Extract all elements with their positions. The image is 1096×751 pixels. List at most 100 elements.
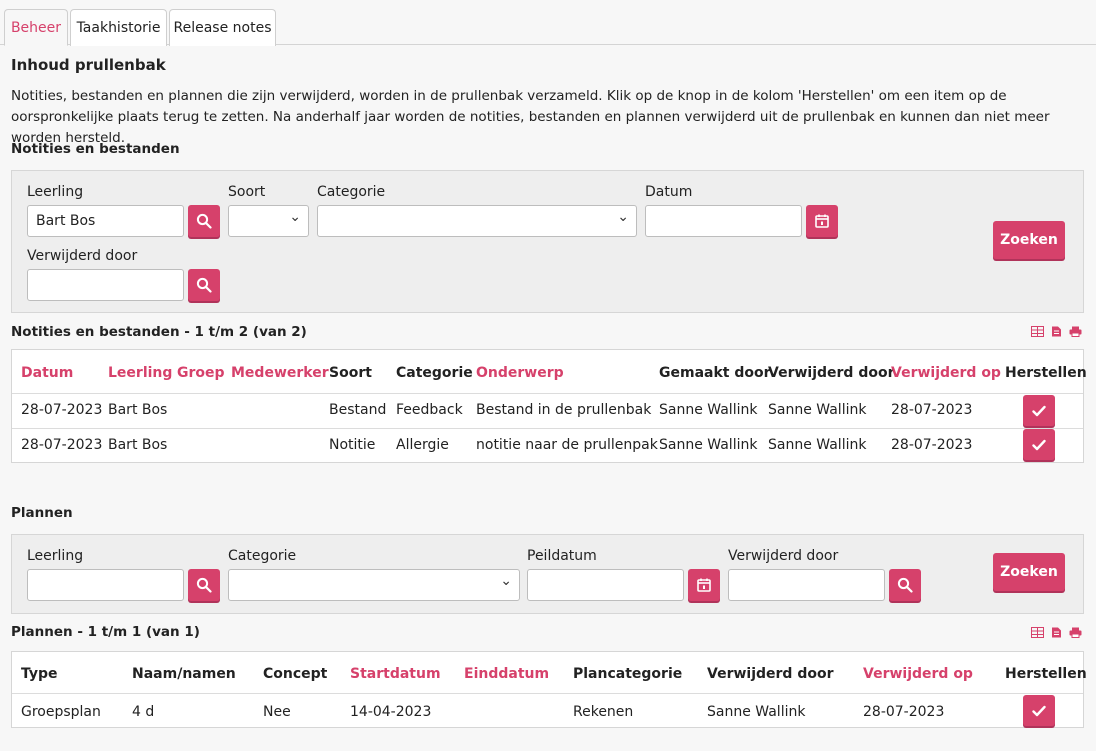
check-icon xyxy=(1032,405,1046,416)
notes-section-title: Notities en bestanden xyxy=(11,141,180,157)
plans-export-tools xyxy=(1031,626,1082,638)
cell-categorie: Allergie xyxy=(396,437,449,453)
categorie-select[interactable] xyxy=(317,202,637,237)
plans-search-button[interactable]: Zoeken xyxy=(993,553,1065,591)
tab-beheer[interactable]: Beheer xyxy=(4,9,68,46)
col-verwijderd-door: Verwijderd door xyxy=(768,365,895,381)
cell-startdatum: 14-04-2023 xyxy=(350,704,432,720)
plans-results-title: Plannen - 1 t/m 1 (van 1) xyxy=(11,624,200,640)
leerling-label: Leerling xyxy=(27,184,84,200)
print-icon[interactable] xyxy=(1069,626,1082,638)
row-divider xyxy=(12,428,1083,429)
file-icon[interactable] xyxy=(1050,626,1063,638)
categorie-label: Categorie xyxy=(317,184,386,200)
restore-button[interactable] xyxy=(1023,695,1055,726)
col-verwijderd-door: Verwijderd door xyxy=(707,666,834,682)
check-icon xyxy=(1032,705,1046,716)
notes-results-title: Notities en bestanden - 1 t/m 2 (van 2) xyxy=(11,324,307,340)
print-icon[interactable] xyxy=(1069,325,1082,337)
notes-export-tools xyxy=(1031,325,1082,337)
tab-bar: Beheer Taakhistorie Release notes xyxy=(0,0,1096,46)
cell-verwijderd-op: 28-07-2023 xyxy=(891,402,973,418)
cell-verwijderd-op: 28-07-2023 xyxy=(891,437,973,453)
col-type: Type xyxy=(21,666,58,682)
col-plancategorie: Plancategorie xyxy=(573,666,683,682)
cell-concept: Nee xyxy=(263,704,291,720)
cell-naam: 4 d xyxy=(132,704,155,720)
col-naam: Naam/namen xyxy=(132,666,236,682)
plans-verwijderd-door-search-button[interactable] xyxy=(889,569,921,601)
table-icon[interactable] xyxy=(1031,626,1044,638)
col-groep[interactable]: Groep xyxy=(177,365,225,381)
cell-soort: Bestand xyxy=(329,402,387,418)
datum-label: Datum xyxy=(645,184,693,200)
file-icon[interactable] xyxy=(1050,325,1063,337)
col-leerling[interactable]: Leerling xyxy=(108,365,172,381)
leerling-input[interactable]: Bart Bos xyxy=(27,205,184,237)
col-startdatum[interactable]: Startdatum xyxy=(350,666,441,682)
cell-plancategorie: Rekenen xyxy=(573,704,634,720)
verwijderd-door-label: Verwijderd door xyxy=(27,248,138,264)
plans-section-title: Plannen xyxy=(11,505,73,521)
cell-verwijderd-door: Sanne Wallink xyxy=(707,704,806,720)
datum-input[interactable] xyxy=(645,205,802,237)
cell-datum: 28-07-2023 xyxy=(21,402,103,418)
col-datum[interactable]: Datum xyxy=(21,365,73,381)
col-concept: Concept xyxy=(263,666,328,682)
col-medewerker[interactable]: Medewerker xyxy=(231,365,329,381)
cell-verwijderd-op: 28-07-2023 xyxy=(863,704,945,720)
soort-label: Soort xyxy=(228,184,266,200)
search-icon xyxy=(897,577,913,593)
leerling-search-button[interactable] xyxy=(188,205,220,237)
plans-categorie-label: Categorie xyxy=(228,548,297,564)
cell-type: Groepsplan xyxy=(21,704,101,720)
notes-filter-panel: Leerling Bart Bos Soort Categorie Datum … xyxy=(11,170,1084,313)
calendar-icon xyxy=(697,578,711,592)
datum-calendar-button[interactable] xyxy=(806,205,838,237)
cell-soort: Notitie xyxy=(329,437,376,453)
soort-select[interactable] xyxy=(228,202,309,237)
cell-datum: 28-07-2023 xyxy=(21,437,103,453)
plans-filter-panel: Leerling Categorie Peildatum Verwijderd … xyxy=(11,534,1084,614)
cell-verwijderd-door: Sanne Wallink xyxy=(768,402,867,418)
cell-categorie: Feedback xyxy=(396,402,463,418)
notes-search-button[interactable]: Zoeken xyxy=(993,221,1065,259)
col-herstellen: Herstellen xyxy=(1005,666,1087,682)
col-einddatum[interactable]: Einddatum xyxy=(464,666,549,682)
peildatum-calendar-button[interactable] xyxy=(688,569,720,601)
tab-release-notes[interactable]: Release notes xyxy=(169,9,276,46)
plans-table: Type Naam/namen Concept Startdatum Eindd… xyxy=(11,651,1087,728)
plans-leerling-search-button[interactable] xyxy=(188,569,220,601)
table-icon[interactable] xyxy=(1031,325,1044,337)
verwijderd-door-search-button[interactable] xyxy=(188,269,220,301)
col-verwijderd-op[interactable]: Verwijderd op xyxy=(891,365,1001,381)
search-icon xyxy=(196,277,212,293)
cell-gemaakt-door: Sanne Wallink xyxy=(659,402,758,418)
cell-leerling: Bart Bos xyxy=(108,402,168,418)
restore-button[interactable] xyxy=(1023,395,1055,426)
cell-gemaakt-door: Sanne Wallink xyxy=(659,437,758,453)
page-title: Inhoud prullenbak xyxy=(11,56,166,74)
col-soort: Soort xyxy=(329,365,372,381)
col-categorie: Categorie xyxy=(396,365,473,381)
col-gemaakt-door: Gemaakt door xyxy=(659,365,771,381)
plans-leerling-label: Leerling xyxy=(27,548,84,564)
intro-text: Notities, bestanden en plannen die zijn … xyxy=(11,88,1050,146)
plans-categorie-select[interactable] xyxy=(228,566,520,601)
cell-onderwerp: Bestand in de prullenbak xyxy=(476,402,652,418)
peildatum-input[interactable] xyxy=(527,569,684,601)
search-icon xyxy=(196,213,212,229)
restore-button[interactable] xyxy=(1023,429,1055,460)
check-icon xyxy=(1032,439,1046,450)
calendar-icon xyxy=(815,214,829,228)
verwijderd-door-input[interactable] xyxy=(27,269,184,301)
col-herstellen: Herstellen xyxy=(1005,365,1087,381)
notes-table: Datum Leerling Groep Medewerker Soort Ca… xyxy=(11,349,1087,463)
col-onderwerp[interactable]: Onderwerp xyxy=(476,365,564,381)
cell-leerling: Bart Bos xyxy=(108,437,168,453)
col-verwijderd-op[interactable]: Verwijderd op xyxy=(863,666,973,682)
plans-verwijderd-door-input[interactable] xyxy=(728,569,885,601)
plans-leerling-input[interactable] xyxy=(27,569,184,601)
peildatum-label: Peildatum xyxy=(527,548,597,564)
tab-taakhistorie[interactable]: Taakhistorie xyxy=(70,9,167,46)
